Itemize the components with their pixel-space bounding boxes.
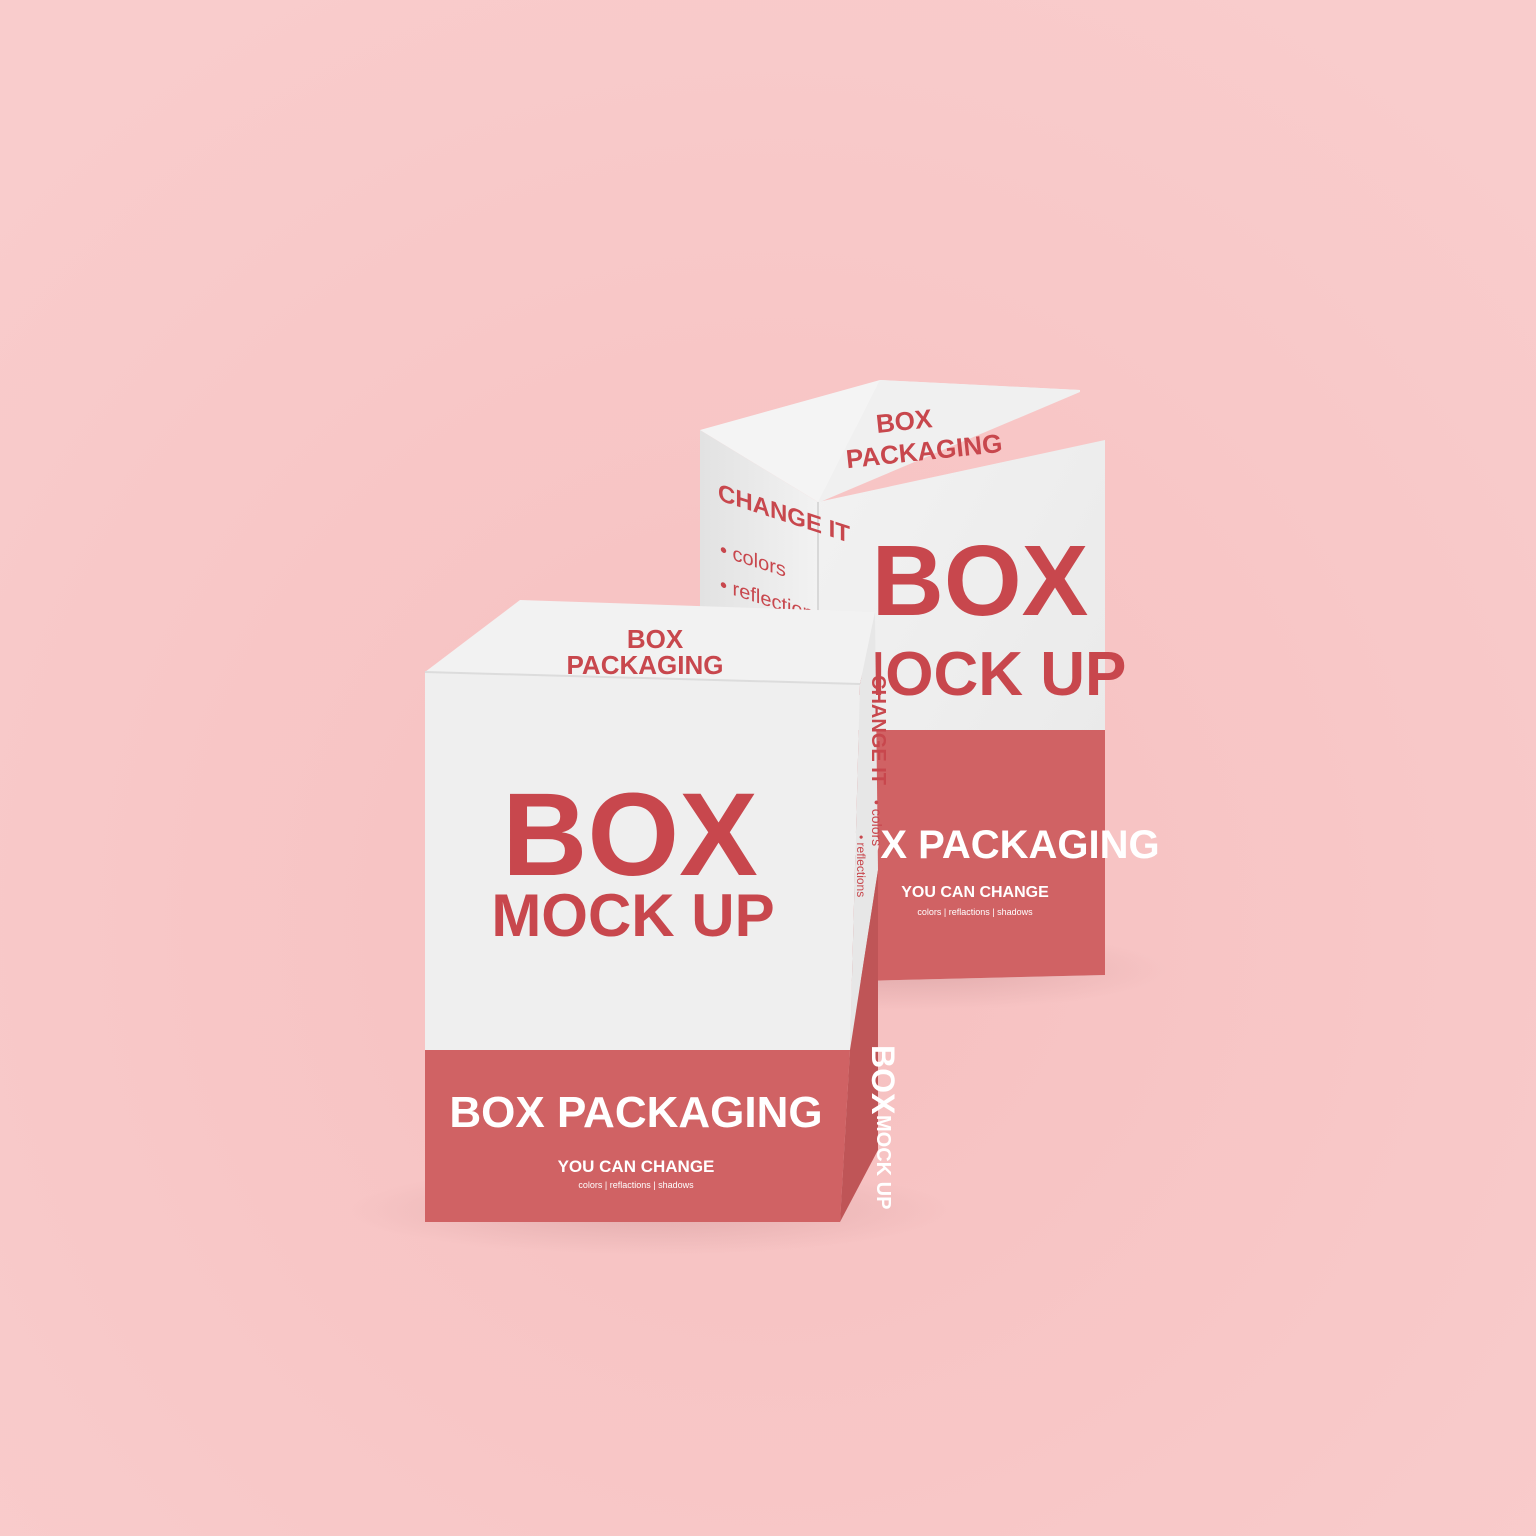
front-box-band-small: colors | reflactions | shadows: [578, 1180, 694, 1190]
back-box-band-small: colors | reflactions | shadows: [917, 907, 1033, 917]
front-box: BOX PACKAGING BOX MOCK UP BOX PACKAGING …: [350, 600, 950, 1255]
front-box-side-band-subtitle: MOCK UP: [872, 1115, 894, 1209]
front-box-band-tagline: YOU CAN CHANGE: [558, 1157, 715, 1176]
front-box-side-heading: CHANGE IT: [867, 675, 889, 785]
product-mockup-scene: BOX PACKAGING BOX MOCK UP BOX PACKAGING …: [0, 0, 1536, 1536]
back-box-lid-top-text: BOX: [874, 403, 934, 439]
back-box-band-tagline: YOU CAN CHANGE: [901, 884, 1049, 901]
front-box-front-subtitle: MOCK UP: [491, 882, 774, 949]
front-box-band-title: BOX PACKAGING: [449, 1088, 822, 1137]
back-box-front-title: BOX: [872, 525, 1089, 637]
front-box-side-item-1: • colors: [869, 800, 885, 846]
front-box-side-item-2: • reflections: [854, 835, 868, 897]
front-box-lid-bottom-text: PACKAGING: [567, 650, 724, 680]
front-box-side-band-title: BOX: [865, 1045, 901, 1115]
